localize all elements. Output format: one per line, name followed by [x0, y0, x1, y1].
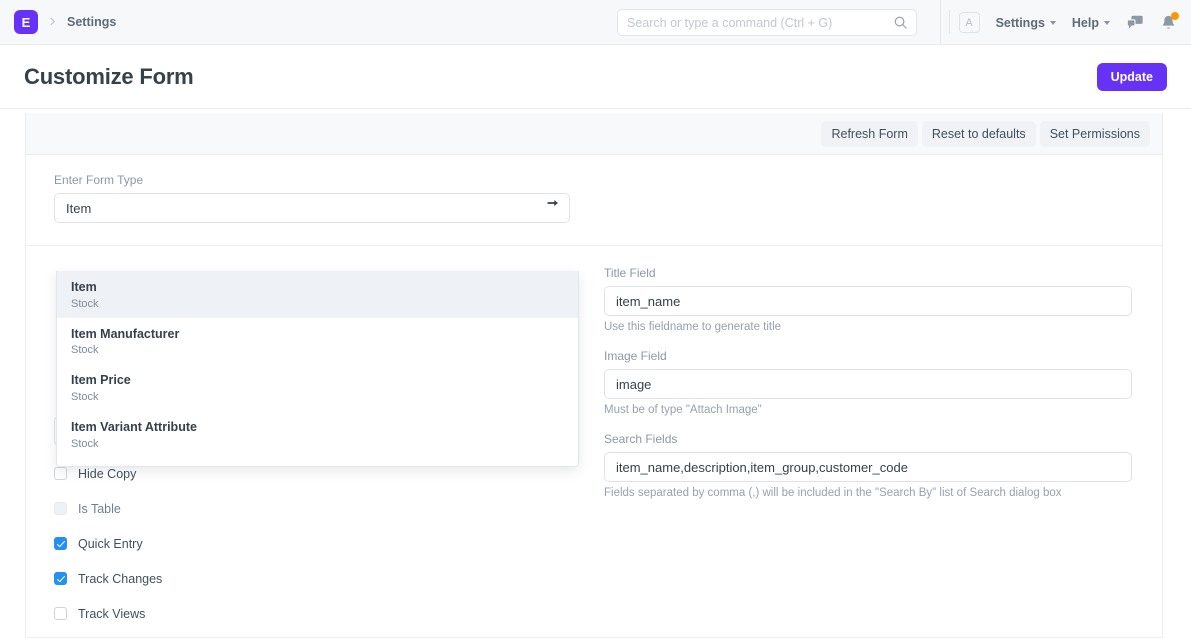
set-permissions-button[interactable]: Set Permissions	[1040, 121, 1150, 147]
dropdown-option-subtitle: Stock	[71, 298, 564, 310]
title-field-label: Title Field	[604, 266, 1132, 280]
chevron-down-icon	[1104, 21, 1110, 25]
page-header: Customize Form Update	[0, 45, 1191, 109]
form-type-field: Enter Form Type	[54, 173, 570, 223]
update-button[interactable]: Update	[1097, 63, 1167, 91]
form-type-input[interactable]	[54, 193, 570, 223]
chevron-right-icon	[47, 15, 58, 29]
page-title: Customize Form	[24, 64, 194, 90]
title-field-input[interactable]	[604, 286, 1132, 316]
dropdown-option-item-variant-attribute[interactable]: Item Variant Attribute Stock	[57, 411, 578, 458]
checkbox-track-changes[interactable]: Track Changes	[54, 561, 570, 596]
top-navbar: E Settings A Settings Help	[0, 0, 1191, 45]
card-body: Enter Form Type	[26, 155, 1162, 637]
form-card: Refresh Form Reset to defaults Set Permi…	[25, 113, 1163, 638]
form-type-label: Enter Form Type	[54, 173, 570, 187]
search-box[interactable]	[617, 9, 917, 36]
right-column: Title Field Use this fieldname to genera…	[594, 246, 1162, 637]
navbar-right-group: A Settings Help	[940, 0, 1177, 45]
dropdown-option-subtitle: Stock	[71, 391, 564, 403]
app-logo[interactable]: E	[14, 10, 38, 34]
notification-badge	[1171, 12, 1179, 20]
dropdown-option-title: Item Price	[71, 373, 564, 389]
form-type-section: Enter Form Type	[26, 155, 1162, 245]
checkbox-label: Track Changes	[78, 572, 162, 586]
title-field-group: Title Field Use this fieldname to genera…	[604, 266, 1132, 333]
title-field-help: Use this fieldname to generate title	[604, 321, 1132, 333]
search-fields-group: Search Fields Fields separated by comma …	[604, 432, 1132, 499]
checkbox-input[interactable]	[54, 607, 67, 620]
dropdown-option-subtitle: Stock	[71, 344, 564, 356]
checkbox-label: Hide Copy	[78, 467, 136, 481]
checkbox-input[interactable]	[54, 572, 67, 585]
reset-to-defaults-button[interactable]: Reset to defaults	[922, 121, 1036, 147]
dropdown-option-item-price[interactable]: Item Price Stock	[57, 364, 578, 411]
checkbox-is-table[interactable]: Is Table	[54, 491, 570, 526]
search-fields-label: Search Fields	[604, 432, 1132, 446]
search-input[interactable]	[627, 16, 907, 30]
search-fields-help: Fields separated by comma (,) will be in…	[604, 487, 1132, 499]
checkbox-label: Is Table	[78, 502, 121, 516]
checkbox-label: Track Views	[78, 607, 145, 621]
image-field-input[interactable]	[604, 369, 1132, 399]
form-type-column: Enter Form Type	[26, 155, 594, 245]
breadcrumb[interactable]: Settings	[67, 15, 116, 29]
image-field-help: Must be of type "Attach Image"	[604, 404, 1132, 416]
navbar-left-group: E Settings	[14, 10, 116, 34]
settings-dropdown-label: Settings	[996, 16, 1045, 30]
navbar-search-group	[617, 9, 917, 36]
dropdown-option-title: Item Manufacturer	[71, 327, 564, 343]
refresh-form-button[interactable]: Refresh Form	[821, 121, 917, 147]
form-type-dropdown[interactable]: Item Stock Item Manufacturer Stock Item …	[56, 271, 579, 467]
image-field-label: Image Field	[604, 349, 1132, 363]
checkbox-input	[54, 502, 67, 515]
card-toolbar: Refresh Form Reset to defaults Set Permi…	[26, 113, 1162, 155]
checkbox-input[interactable]	[54, 537, 67, 550]
chevron-down-icon	[1050, 21, 1056, 25]
chat-bubbles-icon[interactable]	[1126, 14, 1144, 31]
dropdown-option-subtitle: Stock	[71, 438, 564, 450]
dropdown-option-title: Item	[71, 280, 564, 296]
avatar[interactable]: A	[959, 12, 980, 33]
checkbox-track-views[interactable]: Track Views	[54, 596, 570, 631]
search-fields-input[interactable]	[604, 452, 1132, 482]
dropdown-option-item-manufacturer[interactable]: Item Manufacturer Stock	[57, 318, 578, 365]
image-field-group: Image Field Must be of type "Attach Imag…	[604, 349, 1132, 416]
help-dropdown[interactable]: Help	[1072, 16, 1110, 30]
checkbox-quick-entry[interactable]: Quick Entry	[54, 526, 570, 561]
form-type-right-spacer	[594, 155, 1162, 245]
checkbox-label: Quick Entry	[78, 537, 143, 551]
help-dropdown-label: Help	[1072, 16, 1099, 30]
search-icon	[893, 15, 908, 35]
settings-dropdown[interactable]: Settings	[996, 16, 1056, 30]
dropdown-option-item[interactable]: Item Stock	[57, 271, 578, 318]
notifications-button[interactable]	[1160, 14, 1177, 32]
checkbox-input[interactable]	[54, 467, 67, 480]
dropdown-option-title: Item Variant Attribute	[71, 420, 564, 436]
